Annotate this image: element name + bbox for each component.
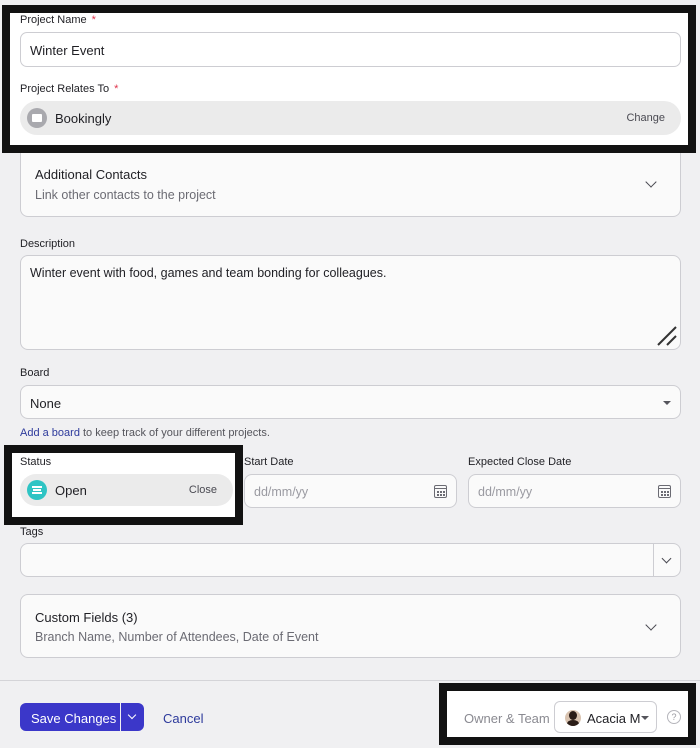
- avatar: [565, 710, 581, 726]
- chevron-down-icon: [127, 710, 137, 720]
- save-options-button[interactable]: [121, 703, 144, 731]
- tags-input[interactable]: [20, 543, 681, 577]
- status-close-button[interactable]: Close: [189, 484, 217, 496]
- owner-select[interactable]: Acacia M: [554, 701, 657, 733]
- save-changes-button[interactable]: Save Changes: [20, 703, 120, 731]
- resize-handle-icon[interactable]: [656, 325, 678, 347]
- add-board-link[interactable]: Add a board: [20, 427, 80, 439]
- relates-to-label: Project Relates To *: [20, 83, 119, 95]
- board-label: Board: [20, 367, 50, 379]
- status-value: Open: [55, 483, 87, 498]
- additional-contacts-subtitle: Link other contacts to the project: [35, 188, 216, 202]
- tags-dropdown-button[interactable]: [653, 544, 680, 576]
- calendar-icon[interactable]: [658, 485, 671, 498]
- change-button[interactable]: Change: [626, 112, 665, 124]
- expected-close-date-label: Expected Close Date: [468, 456, 572, 468]
- caret-down-icon: [663, 401, 671, 405]
- relates-to-field[interactable]: Bookingly Change: [20, 101, 681, 135]
- description-textarea[interactable]: Winter event with food, games and team b…: [20, 255, 681, 350]
- board-select[interactable]: None: [20, 385, 681, 419]
- project-name-label: Project Name *: [20, 14, 96, 26]
- additional-contacts-panel[interactable]: Additional Contacts Link other contacts …: [20, 153, 681, 217]
- tags-label: Tags: [20, 526, 44, 538]
- description-label: Description: [20, 238, 76, 250]
- project-name-input[interactable]: Winter Event: [20, 32, 681, 67]
- cancel-button[interactable]: Cancel: [163, 711, 203, 726]
- custom-fields-panel[interactable]: Custom Fields (3) Branch Name, Number of…: [20, 594, 681, 658]
- start-date-input[interactable]: dd/mm/yy: [244, 474, 457, 508]
- expected-close-date-input[interactable]: dd/mm/yy: [468, 474, 681, 508]
- owner-team-label: Owner & Team: [464, 711, 550, 726]
- chevron-down-icon[interactable]: [645, 176, 657, 188]
- custom-fields-subtitle: Branch Name, Number of Attendees, Date o…: [35, 630, 319, 644]
- footer-divider: [0, 680, 700, 681]
- help-icon[interactable]: ?: [667, 710, 681, 724]
- status-label: Status: [20, 456, 52, 468]
- start-date-label: Start Date: [244, 456, 294, 468]
- board-help: Add a board to keep track of your differ…: [20, 427, 270, 439]
- relates-to-value: Bookingly: [55, 111, 112, 126]
- chevron-down-icon[interactable]: [645, 619, 657, 631]
- status-list-icon: [27, 480, 47, 500]
- chevron-down-icon: [661, 553, 672, 564]
- calendar-icon[interactable]: [434, 485, 447, 498]
- status-field[interactable]: Open Close: [20, 474, 233, 506]
- building-icon: [27, 108, 47, 128]
- additional-contacts-title: Additional Contacts: [35, 167, 148, 182]
- caret-down-icon: [641, 716, 649, 720]
- custom-fields-title: Custom Fields (3): [35, 610, 138, 625]
